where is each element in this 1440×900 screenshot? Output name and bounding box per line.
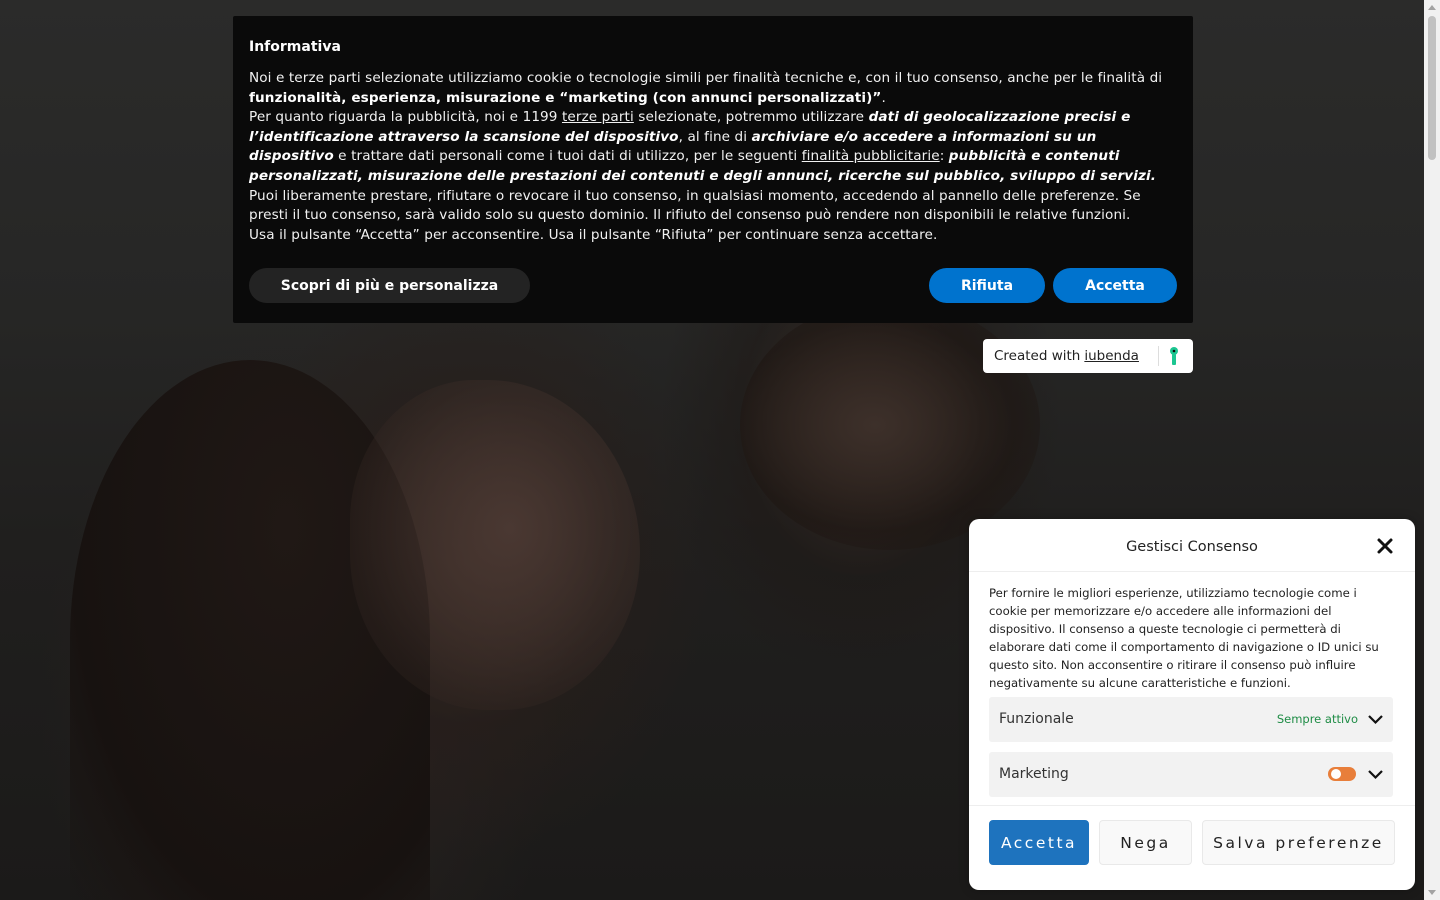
banner-text-segment: Per quanto riguarda la pubblicità, noi e…: [249, 109, 562, 126]
marketing-toggle[interactable]: [1328, 767, 1356, 781]
customize-button[interactable]: Scopri di più e personalizza: [249, 268, 530, 303]
banner-title: Informativa: [249, 39, 341, 55]
consent-deny-button[interactable]: Nega: [1099, 820, 1192, 865]
consent-header: Gestisci Consenso: [969, 519, 1415, 572]
banner-text-segment: selezionate, potremmo utilizzare: [633, 109, 869, 126]
consent-description: Per fornire le migliori esperienze, util…: [989, 586, 1379, 690]
banner-text-segment: :: [939, 148, 949, 165]
chevron-down-icon[interactable]: [1367, 711, 1384, 728]
consent-title: Gestisci Consenso: [1126, 539, 1258, 555]
accept-button[interactable]: Accetta: [1053, 268, 1177, 303]
page-scrollbar[interactable]: [1424, 0, 1440, 900]
banner-paragraph-4: Usa il pulsante “Accetta” per acconsenti…: [249, 226, 938, 243]
category-label: Marketing: [999, 766, 1069, 782]
category-functional[interactable]: Funzionale Sempre attivo: [989, 697, 1393, 742]
banner-text-segment: .: [881, 89, 886, 106]
banner-text-bold: funzionalità, esperienza, misurazione e …: [249, 89, 882, 106]
reject-button[interactable]: Rifiuta: [929, 268, 1045, 303]
banner-text-segment: , al fine di: [678, 128, 752, 145]
scroll-up-icon[interactable]: [1428, 5, 1436, 10]
toggle-knob: [1331, 769, 1341, 779]
banner-text: Noi e terze parti selezionate utilizziam…: [249, 69, 1177, 245]
banner-paragraph-1: Noi e terze parti selezionate utilizziam…: [249, 69, 1177, 108]
iubenda-cookie-banner: Informativa Noi e terze parti selezionat…: [233, 16, 1193, 323]
save-preferences-button[interactable]: Salva preferenze: [1202, 820, 1395, 865]
ad-purposes-link[interactable]: finalità pubblicitarie: [802, 148, 940, 164]
iubenda-badge[interactable]: Created with iubenda: [983, 339, 1193, 373]
third-parties-link[interactable]: terze parti: [562, 109, 634, 125]
iubenda-link[interactable]: iubenda: [1084, 348, 1139, 364]
always-active-label: Sempre attivo: [1276, 712, 1358, 726]
consent-footer-divider: [969, 805, 1415, 806]
chevron-down-icon[interactable]: [1367, 766, 1384, 783]
badge-divider: [1158, 346, 1159, 366]
photo-man-shape: [740, 300, 1040, 550]
iubenda-leaf-icon: [1170, 347, 1178, 365]
scrollbar-thumb[interactable]: [1428, 16, 1436, 160]
photo-face-shape: [350, 380, 640, 710]
scroll-down-icon[interactable]: [1428, 890, 1436, 895]
badge-text: Created with: [994, 348, 1081, 364]
banner-paragraph-3: Puoi liberamente prestare, rifiutare o r…: [249, 187, 1141, 224]
consent-accept-button[interactable]: Accetta: [989, 820, 1089, 865]
banner-text-segment: e trattare dati personali come i tuoi da…: [333, 148, 802, 165]
banner-paragraph-2: Per quanto riguarda la pubblicità, noi e…: [249, 108, 1177, 186]
consent-manager-panel: Gestisci Consenso Per fornire le miglior…: [969, 519, 1415, 890]
close-icon[interactable]: [1376, 537, 1394, 555]
banner-button-row: Scopri di più e personalizza Rifiuta Acc…: [249, 268, 1177, 303]
category-marketing[interactable]: Marketing: [989, 752, 1393, 797]
category-label: Funzionale: [999, 711, 1074, 727]
banner-text-segment: Noi e terze parti selezionate utilizziam…: [249, 70, 1163, 86]
